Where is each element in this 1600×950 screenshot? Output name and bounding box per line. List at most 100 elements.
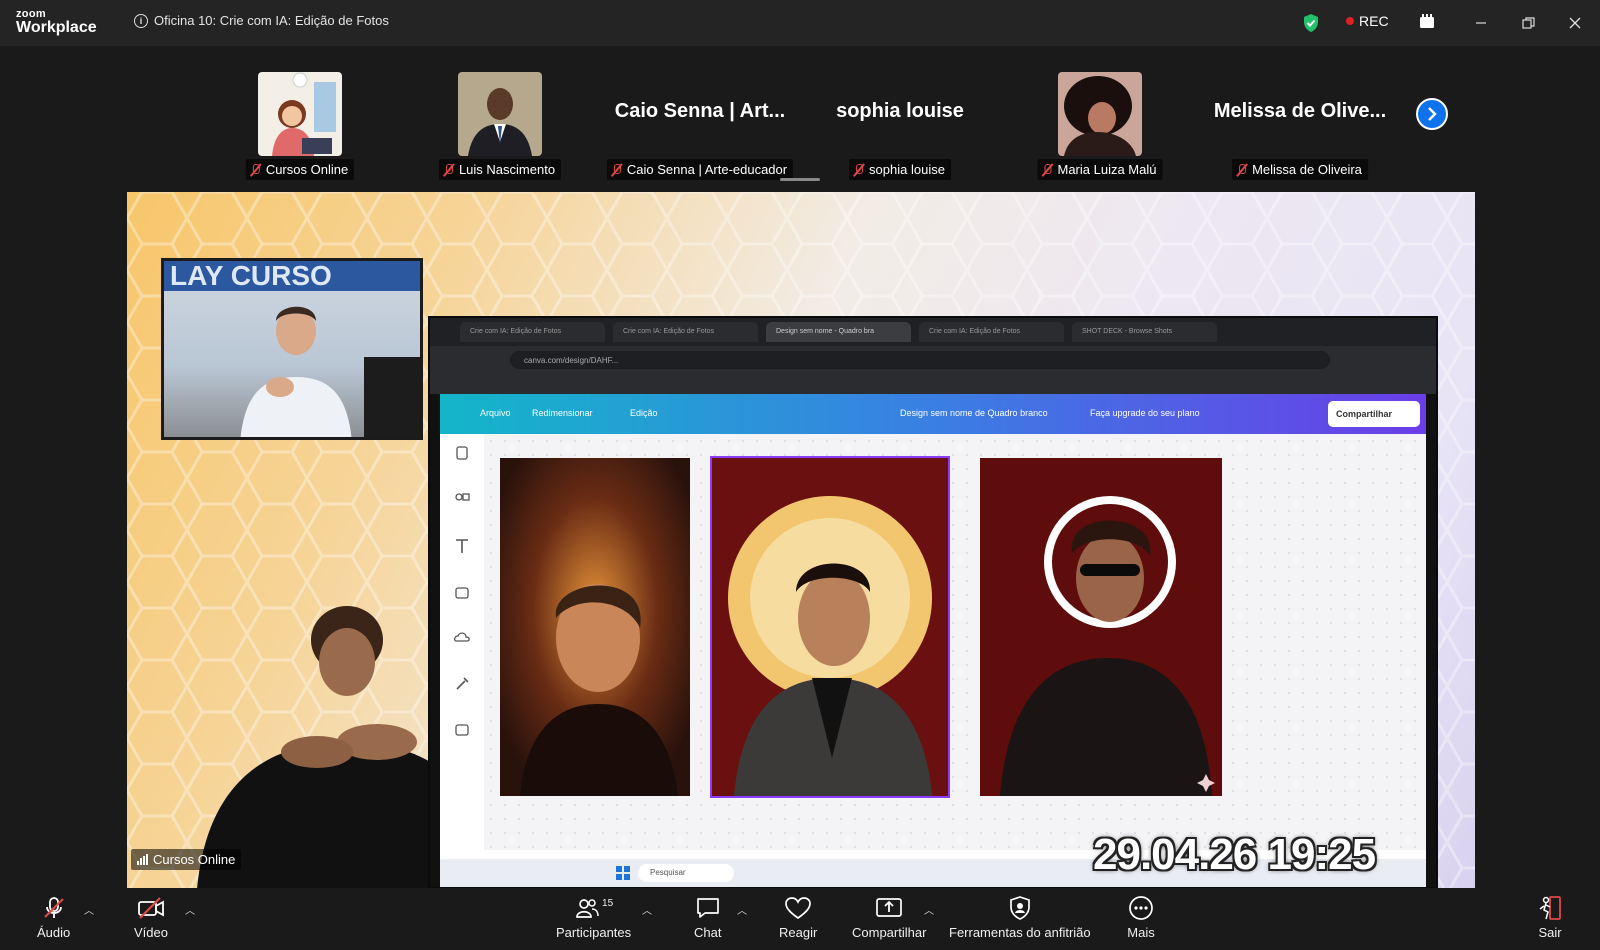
participant-strip: Cursos Online Luis Nascimento Caio Senna…: [0, 60, 1600, 181]
browser-tab[interactable]: SHOT DECK - Browse Shots: [1072, 322, 1217, 342]
design-photo[interactable]: [500, 458, 690, 796]
browser-tab[interactable]: Crie com IA: Edição de Fotos: [613, 322, 758, 342]
participant-tile[interactable]: sophia louise sophia louise: [810, 72, 990, 180]
logo-line-2: Workplace: [16, 19, 97, 36]
view-layout-icon[interactable]: [1418, 13, 1436, 36]
participant-name: Maria Luiza Malú: [1057, 162, 1157, 177]
participant-tile[interactable]: Luis Nascimento: [410, 72, 590, 180]
canva-menu-file[interactable]: Arquivo: [480, 408, 511, 418]
design-photo[interactable]: [980, 458, 1222, 796]
tools-icon[interactable]: [452, 674, 472, 696]
canva-sidebar: [440, 434, 484, 854]
audio-options-caret-icon[interactable]: ︿: [84, 902, 94, 917]
participant-big-name: Caio Senna | Art...: [614, 100, 786, 122]
participant-tile[interactable]: Maria Luiza Malú: [1010, 72, 1190, 180]
chat-label: Chat: [694, 925, 722, 940]
browser-tab[interactable]: Crie com IA: Edição de Fotos: [919, 322, 1064, 342]
uploads-icon[interactable]: [452, 628, 472, 650]
meeting-toolbar: Áudio ︿ Vídeo ︿ 15 Participantes ︿ Chat …: [0, 888, 1600, 950]
canva-doc-title[interactable]: Design sem nome de Quadro branco: [900, 408, 1048, 418]
mic-muted-icon: [250, 163, 262, 177]
mic-muted-icon: [1236, 163, 1248, 177]
shared-screen[interactable]: LAY CURSO Crie com IA: Edição de Fotos C…: [127, 192, 1475, 889]
title-bar: zoom Workplace i Oficina 10: Crie com IA…: [0, 0, 1600, 46]
mic-muted-icon: [443, 163, 455, 177]
chat-icon: [695, 894, 721, 922]
host-tools-button[interactable]: Ferramentas do anfitrião: [949, 894, 1091, 940]
canva-menu-resize[interactable]: Redimensionar: [532, 408, 593, 418]
video-button[interactable]: Vídeo: [134, 894, 168, 940]
participant-tile[interactable]: Cursos Online: [210, 72, 390, 180]
url-field[interactable]: canva.com/design/DAHF...: [510, 351, 1330, 369]
participant-name: Caio Senna | Arte-educador: [626, 162, 788, 177]
participant-tile[interactable]: Melissa de Olive... Melissa de Oliveira: [1210, 72, 1390, 180]
presenter-image: [240, 306, 352, 437]
participant-name-bar: Cursos Online: [245, 159, 355, 180]
video-off-icon: [136, 894, 166, 922]
react-button[interactable]: Reagir: [779, 894, 817, 940]
inset-banner: LAY CURSO: [164, 261, 420, 291]
participant-tile[interactable]: Caio Senna | Art... Caio Senna | Arte-ed…: [606, 72, 794, 180]
design-photo-selected[interactable]: [710, 456, 950, 798]
participants-icon: 15: [574, 894, 613, 922]
chevron-right-icon: [1428, 107, 1437, 121]
canva-menu-edit[interactable]: Edição: [630, 408, 658, 418]
canva-share-button[interactable]: Compartilhar: [1328, 401, 1420, 427]
participant-big-name: sophia louise: [836, 100, 964, 122]
participant-name-bar: Luis Nascimento: [438, 159, 562, 180]
rec-label: REC: [1359, 13, 1389, 29]
meeting-title: Oficina 10: Crie com IA: Edição de Fotos: [154, 13, 389, 28]
browser-tab-active[interactable]: Design sem nome - Quadro bra: [766, 322, 911, 342]
windows-start-icon[interactable]: [616, 866, 630, 880]
more-button[interactable]: Mais: [1127, 894, 1155, 940]
rec-dot-icon: [1346, 17, 1354, 25]
canva-canvas[interactable]: [484, 434, 1426, 854]
audio-label: Áudio: [37, 925, 71, 940]
mic-muted-icon: [41, 894, 67, 922]
browser-tab-strip: Crie com IA: Edição de Fotos Crie com IA…: [430, 318, 1436, 346]
templates-icon[interactable]: [452, 444, 472, 466]
minimize-button[interactable]: [1470, 12, 1492, 34]
meeting-info[interactable]: i Oficina 10: Crie com IA: Edição de Fot…: [134, 13, 389, 28]
host-tools-label: Ferramentas do anfitrião: [949, 925, 1091, 940]
participant-big-name: Melissa de Olive...: [1213, 100, 1387, 122]
close-button[interactable]: [1564, 12, 1586, 34]
sharer-name: Cursos Online: [153, 852, 236, 867]
recording-indicator[interactable]: REC: [1346, 13, 1389, 29]
shared-browser-window[interactable]: Crie com IA: Edição de Fotos Crie com IA…: [428, 316, 1438, 889]
zoom-logo: zoom Workplace: [16, 9, 97, 36]
taskbar-search[interactable]: Pesquisar: [638, 864, 734, 882]
projects-icon[interactable]: [452, 720, 472, 742]
presenter-camera-inset: LAY CURSO: [161, 258, 423, 440]
browser-tab[interactable]: Crie com IA: Edição de Fotos: [460, 322, 605, 342]
restore-button[interactable]: [1517, 12, 1539, 34]
bookmarks-bar: [430, 374, 1436, 394]
participant-avatar: [1058, 72, 1142, 156]
participants-options-caret-icon[interactable]: ︿: [642, 902, 652, 917]
chat-button[interactable]: Chat: [694, 894, 721, 940]
participant-avatar: [458, 72, 542, 156]
participants-label: Participantes: [556, 925, 632, 940]
elements-icon[interactable]: [452, 490, 472, 512]
strip-resize-handle[interactable]: [780, 178, 820, 181]
share-options-caret-icon[interactable]: ︿: [924, 902, 934, 917]
encryption-shield-icon[interactable]: [1302, 13, 1320, 38]
participant-name-bar: sophia louise: [849, 159, 951, 180]
canva-upgrade-link[interactable]: Faça upgrade do seu plano: [1090, 408, 1200, 418]
next-page-button[interactable]: [1416, 98, 1448, 130]
participant-name-bar: Caio Senna | Arte-educador: [606, 159, 794, 180]
info-icon[interactable]: i: [134, 13, 148, 28]
audio-button[interactable]: Áudio: [37, 894, 70, 940]
connection-signal-icon: [137, 854, 148, 865]
participant-name: Luis Nascimento: [458, 162, 556, 177]
chat-options-caret-icon[interactable]: ︿: [737, 902, 747, 917]
leave-button[interactable]: Sair: [1537, 894, 1563, 940]
share-screen-button[interactable]: Compartilhar: [852, 894, 926, 940]
text-icon[interactable]: [452, 536, 472, 558]
participant-avatar: [258, 72, 342, 156]
react-label: Reagir: [779, 925, 818, 940]
video-options-caret-icon[interactable]: ︿: [185, 902, 195, 917]
participants-button[interactable]: 15 Participantes: [556, 894, 631, 940]
brand-icon[interactable]: [452, 582, 472, 604]
mic-muted-icon: [853, 163, 865, 177]
